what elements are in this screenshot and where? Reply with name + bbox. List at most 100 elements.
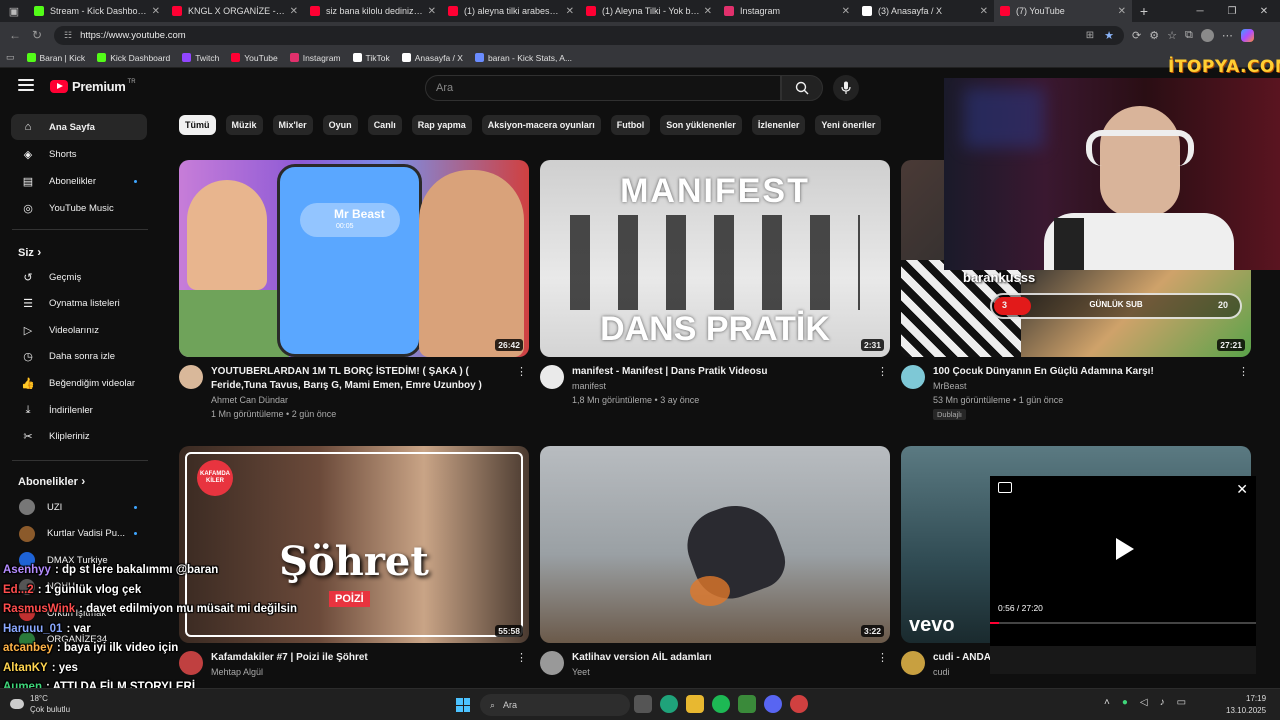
video-card[interactable]: KAFAMDA KİLER Şöhret POİZİ 55:58 Kafamda… bbox=[179, 446, 529, 720]
subscription-item[interactable]: Kurtlar Vadisi Pu... bbox=[11, 521, 147, 547]
tab-close-icon[interactable]: ✕ bbox=[1118, 6, 1126, 17]
video-card[interactable]: 3:22 Katlihav version AİL adamları Yeet … bbox=[540, 446, 890, 720]
browser-tab[interactable]: KNGL X ORGANİZE - KATLİ ✕ bbox=[166, 0, 304, 22]
bookmark-item[interactable]: Twitch bbox=[182, 53, 219, 63]
voice-search-button[interactable] bbox=[833, 75, 859, 101]
miniplayer-progress[interactable] bbox=[990, 622, 1256, 624]
edge-icon[interactable] bbox=[660, 695, 678, 713]
favorite-star-icon[interactable]: ★ bbox=[1104, 29, 1114, 42]
filter-chip[interactable]: Aksiyon-macera oyunları bbox=[481, 115, 601, 135]
video-card[interactable]: Mr Beast 00:05 26:42 YOUTUBERLARDAN 1M T… bbox=[179, 160, 529, 435]
video-title[interactable]: manifest - Manifest | Dans Pratik Videos… bbox=[572, 365, 872, 379]
tray-app-icon[interactable]: ● bbox=[1122, 697, 1128, 708]
channel-name[interactable]: manifest bbox=[572, 381, 606, 391]
sidebar-item-download[interactable]: ⤓ İndirilenler bbox=[11, 397, 147, 423]
channel-name[interactable]: Ahmet Can Dündar bbox=[211, 395, 288, 405]
profile-avatar[interactable] bbox=[1200, 28, 1214, 42]
sidebar-item-playlists[interactable]: ☰ Oynatma listeleri bbox=[11, 291, 147, 317]
extensions-icon[interactable]: ⚙ bbox=[1149, 29, 1159, 42]
tab-close-icon[interactable]: ✕ bbox=[152, 6, 160, 17]
filter-chip[interactable]: Rap yapma bbox=[411, 115, 472, 135]
bookmark-item[interactable]: Baran | Kick bbox=[26, 53, 85, 63]
filter-chip[interactable]: Futbol bbox=[610, 115, 651, 135]
channel-avatar[interactable] bbox=[179, 651, 203, 675]
bookmark-item[interactable]: Instagram bbox=[289, 53, 341, 63]
bookmark-item[interactable]: Anasayfa / X bbox=[401, 53, 463, 63]
tab-close-icon[interactable]: ✕ bbox=[428, 6, 436, 17]
menu-icon[interactable]: ⋯ bbox=[1222, 29, 1233, 42]
minimize-icon[interactable]: ─ bbox=[1184, 6, 1216, 17]
channel-avatar[interactable] bbox=[540, 365, 564, 389]
search-input[interactable]: Ara bbox=[425, 75, 781, 101]
sidebar-item-shorts[interactable]: ◈ Shorts bbox=[11, 141, 147, 167]
back-icon[interactable]: ← bbox=[4, 28, 26, 42]
site-info-icon[interactable]: ☷ bbox=[64, 30, 72, 41]
task-view-icon[interactable] bbox=[634, 695, 652, 713]
new-tab-button[interactable]: + bbox=[1132, 3, 1156, 19]
filter-chip[interactable]: İzlenenler bbox=[751, 115, 806, 135]
filter-chip[interactable]: Mix'ler bbox=[272, 115, 313, 135]
filter-chip[interactable]: Oyun bbox=[322, 115, 358, 135]
reload-icon[interactable]: ↻ bbox=[26, 28, 48, 42]
sidebar-item-watch-later[interactable]: ◷ Daha sonra izle bbox=[11, 344, 147, 370]
clock[interactable]: 17:19 13.10.2025 bbox=[1226, 693, 1266, 717]
app-icon[interactable] bbox=[738, 695, 756, 713]
filter-chip[interactable]: Yeni öneriler bbox=[815, 115, 882, 135]
browser-tab[interactable]: Instagram ✕ bbox=[718, 0, 856, 22]
sidebar-item-your-videos[interactable]: ▷ Videolarınız bbox=[11, 317, 147, 343]
sidebar-item-home[interactable]: ⌂ Ana Sayfa bbox=[11, 114, 147, 140]
channel-avatar[interactable] bbox=[901, 651, 925, 675]
sidebar-item-clips[interactable]: ✂ Klipleriniz bbox=[11, 424, 147, 450]
restore-icon[interactable]: ❐ bbox=[1216, 6, 1248, 17]
video-thumbnail[interactable]: MANIFEST DANS PRATİK 2:31 bbox=[540, 160, 890, 357]
tab-close-icon[interactable]: ✕ bbox=[980, 6, 988, 17]
browser-tab[interactable]: siz bana kilolu dediniz diye ✕ bbox=[304, 0, 442, 22]
bookmark-item[interactable]: Kick Dashboard bbox=[97, 53, 170, 63]
sidebar-item-history[interactable]: ↺ Geçmiş bbox=[11, 264, 147, 290]
taskbar-search[interactable]: ⌕ Ara bbox=[480, 694, 630, 716]
filter-chip[interactable]: Canlı bbox=[367, 115, 402, 135]
video-thumbnail[interactable]: 3:22 bbox=[540, 446, 890, 643]
channel-avatar[interactable] bbox=[901, 365, 925, 389]
channel-name[interactable]: Mehtap Algül bbox=[211, 667, 263, 677]
channel-name[interactable]: MrBeast bbox=[933, 381, 967, 391]
browser-tab[interactable]: (3) Anasayfa / X ✕ bbox=[856, 0, 994, 22]
channel-avatar[interactable] bbox=[540, 651, 564, 675]
windows-start-icon[interactable] bbox=[456, 698, 470, 712]
bookmark-item[interactable]: baran - Kick Stats, A... bbox=[474, 53, 572, 63]
collections-icon[interactable]: ⧉ bbox=[1185, 29, 1193, 42]
tray-arrow-icon[interactable]: ˄ bbox=[1104, 697, 1110, 708]
tab-actions-icon[interactable]: ▣ bbox=[0, 0, 28, 22]
more-options-icon[interactable]: ⋮ bbox=[516, 651, 527, 664]
sidebar-you-heading[interactable]: Siz › bbox=[18, 245, 41, 259]
video-title[interactable]: YOUTUBERLARDAN 1M TL BORÇ İSTEDİM! ( ŞAK… bbox=[211, 365, 511, 393]
volume-icon[interactable]: ◁ bbox=[1140, 697, 1148, 708]
menu-hamburger-icon[interactable] bbox=[18, 79, 34, 93]
obs-icon[interactable] bbox=[790, 695, 808, 713]
bookmarks-folder-icon[interactable]: ▭ bbox=[6, 52, 15, 63]
video-title[interactable]: 100 Çocuk Dünyanın En Güçlü Adamına Karş… bbox=[933, 365, 1233, 379]
bookmark-item[interactable]: TikTok bbox=[352, 53, 390, 63]
filter-chip[interactable]: Tümü bbox=[179, 115, 216, 135]
discord-icon[interactable] bbox=[764, 695, 782, 713]
youtube-premium-logo[interactable]: Premium TR bbox=[50, 79, 136, 94]
miniplayer[interactable]: ✕ 0:56 / 27:20 bbox=[990, 476, 1256, 646]
more-options-icon[interactable]: ⋮ bbox=[1238, 365, 1249, 378]
video-thumbnail[interactable]: Mr Beast 00:05 26:42 bbox=[179, 160, 529, 357]
sidebar-item-like[interactable]: 👍 Beğendiğim videolar bbox=[11, 370, 147, 396]
tab-close-icon[interactable]: ✕ bbox=[290, 6, 298, 17]
more-options-icon[interactable]: ⋮ bbox=[516, 365, 527, 378]
sidebar-item-music[interactable]: ◎ YouTube Music bbox=[11, 195, 147, 221]
play-icon[interactable] bbox=[1116, 538, 1134, 560]
channel-name[interactable]: Yeet bbox=[572, 667, 590, 677]
bookmark-item[interactable]: YouTube bbox=[231, 53, 278, 63]
browser-tab[interactable]: (1) Aleyna Tilki - Yok bir şey ✕ bbox=[580, 0, 718, 22]
tab-close-icon[interactable]: ✕ bbox=[842, 6, 850, 17]
copilot-icon[interactable] bbox=[1240, 28, 1254, 42]
sidebar-item-subscriptions[interactable]: ▤ Abonelikler bbox=[11, 168, 147, 194]
filter-chip[interactable]: Müzik bbox=[225, 115, 263, 135]
video-title[interactable]: Kafamdakiler #7 | Poizi ile Şöhret bbox=[211, 651, 511, 665]
mic-icon[interactable]: ♪ bbox=[1160, 697, 1165, 708]
file-explorer-icon[interactable] bbox=[686, 695, 704, 713]
weather-widget[interactable]: 18°C Çok bulutlu bbox=[10, 693, 70, 715]
